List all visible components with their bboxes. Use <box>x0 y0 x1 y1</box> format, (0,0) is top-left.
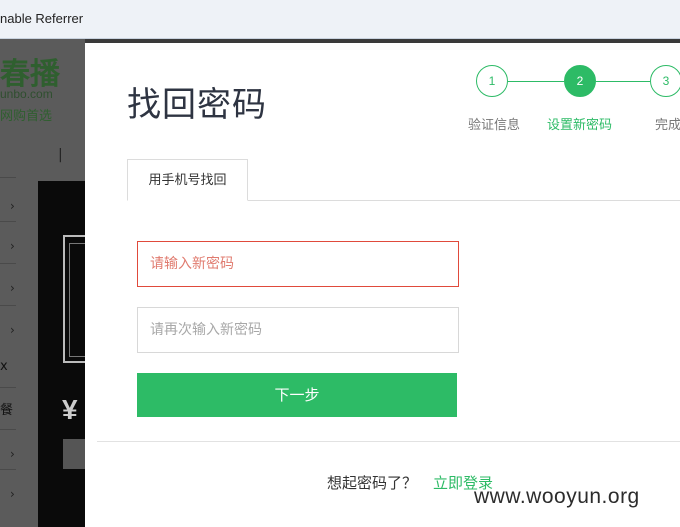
step-3-circle: 3 <box>650 65 680 97</box>
price-symbol: ¥ <box>62 394 78 425</box>
menu-divider <box>0 469 16 470</box>
modal-title: 找回密码 <box>127 85 267 125</box>
banner-frame-inner <box>69 243 85 357</box>
remember-password-prompt: 想起密码了？ <box>327 474 418 492</box>
footer-divider <box>97 441 680 442</box>
menu-divider <box>0 221 16 222</box>
side-menu-text: x <box>0 359 8 374</box>
browser-top-bar: nable Referrer <box>0 0 680 39</box>
menu-divider <box>0 387 16 388</box>
step-3-label: 完成 <box>655 118 680 133</box>
nav-separator: | <box>58 147 63 163</box>
menu-divider <box>0 263 16 264</box>
chevron-right-icon: › <box>10 323 15 337</box>
step-connector <box>596 81 650 82</box>
banner-button <box>63 439 85 469</box>
step-connector <box>508 81 564 82</box>
background-page: 春播 unbo.com 网购首选 | › › › › x 餐 › › ¥ <box>0 39 85 527</box>
step-2-label: 设置新密码 <box>547 118 613 133</box>
site-domain: unbo.com <box>0 87 53 101</box>
menu-divider <box>0 429 16 430</box>
step-1-circle: 1 <box>476 65 508 97</box>
side-menu-text: 餐 <box>0 403 14 418</box>
chevron-right-icon: › <box>10 487 15 501</box>
chevron-right-icon: › <box>10 447 15 461</box>
tab-phone-recovery[interactable]: 用手机号找回 <box>127 159 248 201</box>
chevron-right-icon: › <box>10 281 15 295</box>
next-step-button[interactable]: 下一步 <box>137 373 457 417</box>
confirm-password-field[interactable]: 请再次输入新密码 <box>137 307 459 353</box>
step-1-label: 验证信息 <box>468 118 521 133</box>
site-slogan: 网购首选 <box>0 109 53 124</box>
new-password-field[interactable]: 请输入新密码 <box>137 241 459 287</box>
password-reset-modal: 找回密码 1 验证信息 2 设置新密码 3 完成 用手机号找回 请输入新密码 请… <box>85 43 680 527</box>
menu-divider <box>0 177 16 178</box>
step-2-circle: 2 <box>564 65 596 97</box>
chevron-right-icon: › <box>10 239 15 253</box>
watermark-text: www.wooyun.org <box>474 485 640 508</box>
menu-divider <box>0 305 16 306</box>
chevron-right-icon: › <box>10 199 15 213</box>
browser-title-text: nable Referrer <box>0 11 84 26</box>
